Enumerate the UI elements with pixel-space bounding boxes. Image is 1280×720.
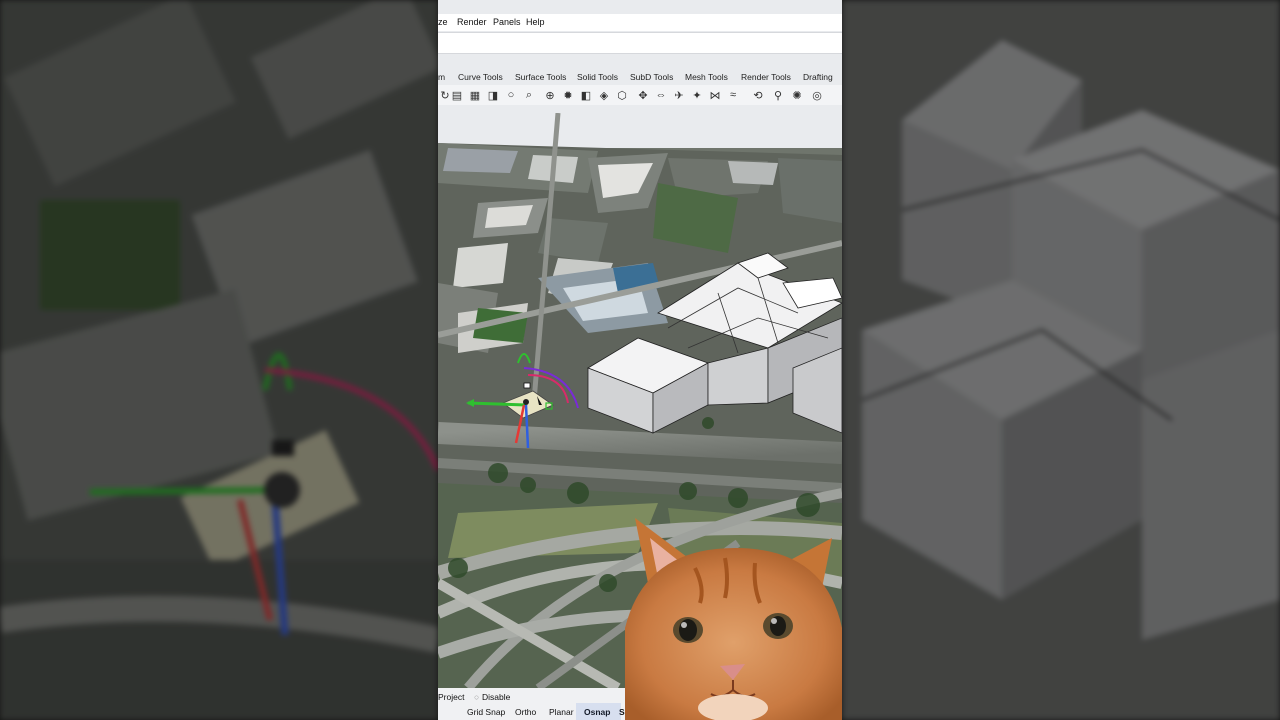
- planar-toggle[interactable]: Planar: [549, 707, 574, 717]
- tab-subd-tools[interactable]: SubD Tools: [630, 72, 673, 82]
- plane-icon[interactable]: ✈: [672, 88, 686, 102]
- command-line[interactable]: [438, 32, 842, 54]
- open-folder-icon[interactable]: ◨: [486, 88, 500, 102]
- move-icon[interactable]: ✥: [636, 88, 650, 102]
- cube-icon[interactable]: ◈: [597, 88, 611, 102]
- background-right-blurred: [842, 0, 1280, 720]
- cat-face-overlay: [625, 518, 842, 720]
- cplane-icon[interactable]: ⬡: [615, 88, 629, 102]
- target-icon[interactable]: ⊕: [543, 88, 557, 102]
- tab-render-tools[interactable]: Render Tools: [741, 72, 791, 82]
- menu-help[interactable]: Help: [526, 17, 545, 27]
- menu-panels[interactable]: Panels: [493, 17, 521, 27]
- snap-point-icon[interactable]: ✹: [561, 88, 575, 102]
- ortho-toggle[interactable]: Ortho: [515, 707, 536, 717]
- tab-curve-tools[interactable]: Curve Tools: [458, 72, 503, 82]
- light-icon[interactable]: ✺: [790, 88, 804, 102]
- background-left-blurred: [0, 0, 438, 720]
- toolbar-icons: ↻ ▤ ▦ ◨ ○ ⌕ ⊕ ✹ ◧ ◈ ⬡ ✥ ⇔ ✈ ✦ ⋈ ≈ ⟲ ⚲ ✺ …: [438, 85, 842, 105]
- axis-icon[interactable]: ⇔: [654, 88, 668, 102]
- menu-analyze[interactable]: ze: [438, 17, 448, 27]
- explode-icon[interactable]: ≈: [726, 88, 740, 102]
- rotate-view-icon[interactable]: ⟲: [751, 88, 765, 102]
- zoom-icon[interactable]: ⌕: [522, 88, 536, 102]
- toolbar-tabs: m Curve Tools Surface Tools Solid Tools …: [438, 70, 842, 85]
- osnap-active-highlight: [576, 703, 621, 720]
- menu-bar: ze Render Panels Help: [438, 14, 842, 31]
- grid-snap-toggle[interactable]: Grid Snap: [467, 707, 505, 717]
- tab-drafting[interactable]: Drafting: [803, 72, 833, 82]
- disable-label: Disable: [482, 692, 511, 702]
- project-label: Project: [438, 692, 465, 702]
- walk-icon[interactable]: ⚲: [771, 88, 785, 102]
- tab-solid-tools[interactable]: Solid Tools: [577, 72, 618, 82]
- join-icon[interactable]: ⋈: [708, 88, 722, 102]
- print-icon[interactable]: ▦: [468, 88, 482, 102]
- tab-standard[interactable]: m: [438, 72, 445, 82]
- disable-radio[interactable]: ○: [474, 692, 479, 702]
- tab-mesh-tools[interactable]: Mesh Tools: [685, 72, 728, 82]
- tab-surface-tools[interactable]: Surface Tools: [515, 72, 566, 82]
- options-icon[interactable]: ◎: [810, 88, 824, 102]
- menu-render[interactable]: Render: [457, 17, 487, 27]
- gumball-icon[interactable]: ✦: [690, 88, 704, 102]
- save-icon[interactable]: ▤: [450, 88, 464, 102]
- layer-icon[interactable]: ◧: [579, 88, 593, 102]
- circle-icon[interactable]: ○: [504, 88, 518, 102]
